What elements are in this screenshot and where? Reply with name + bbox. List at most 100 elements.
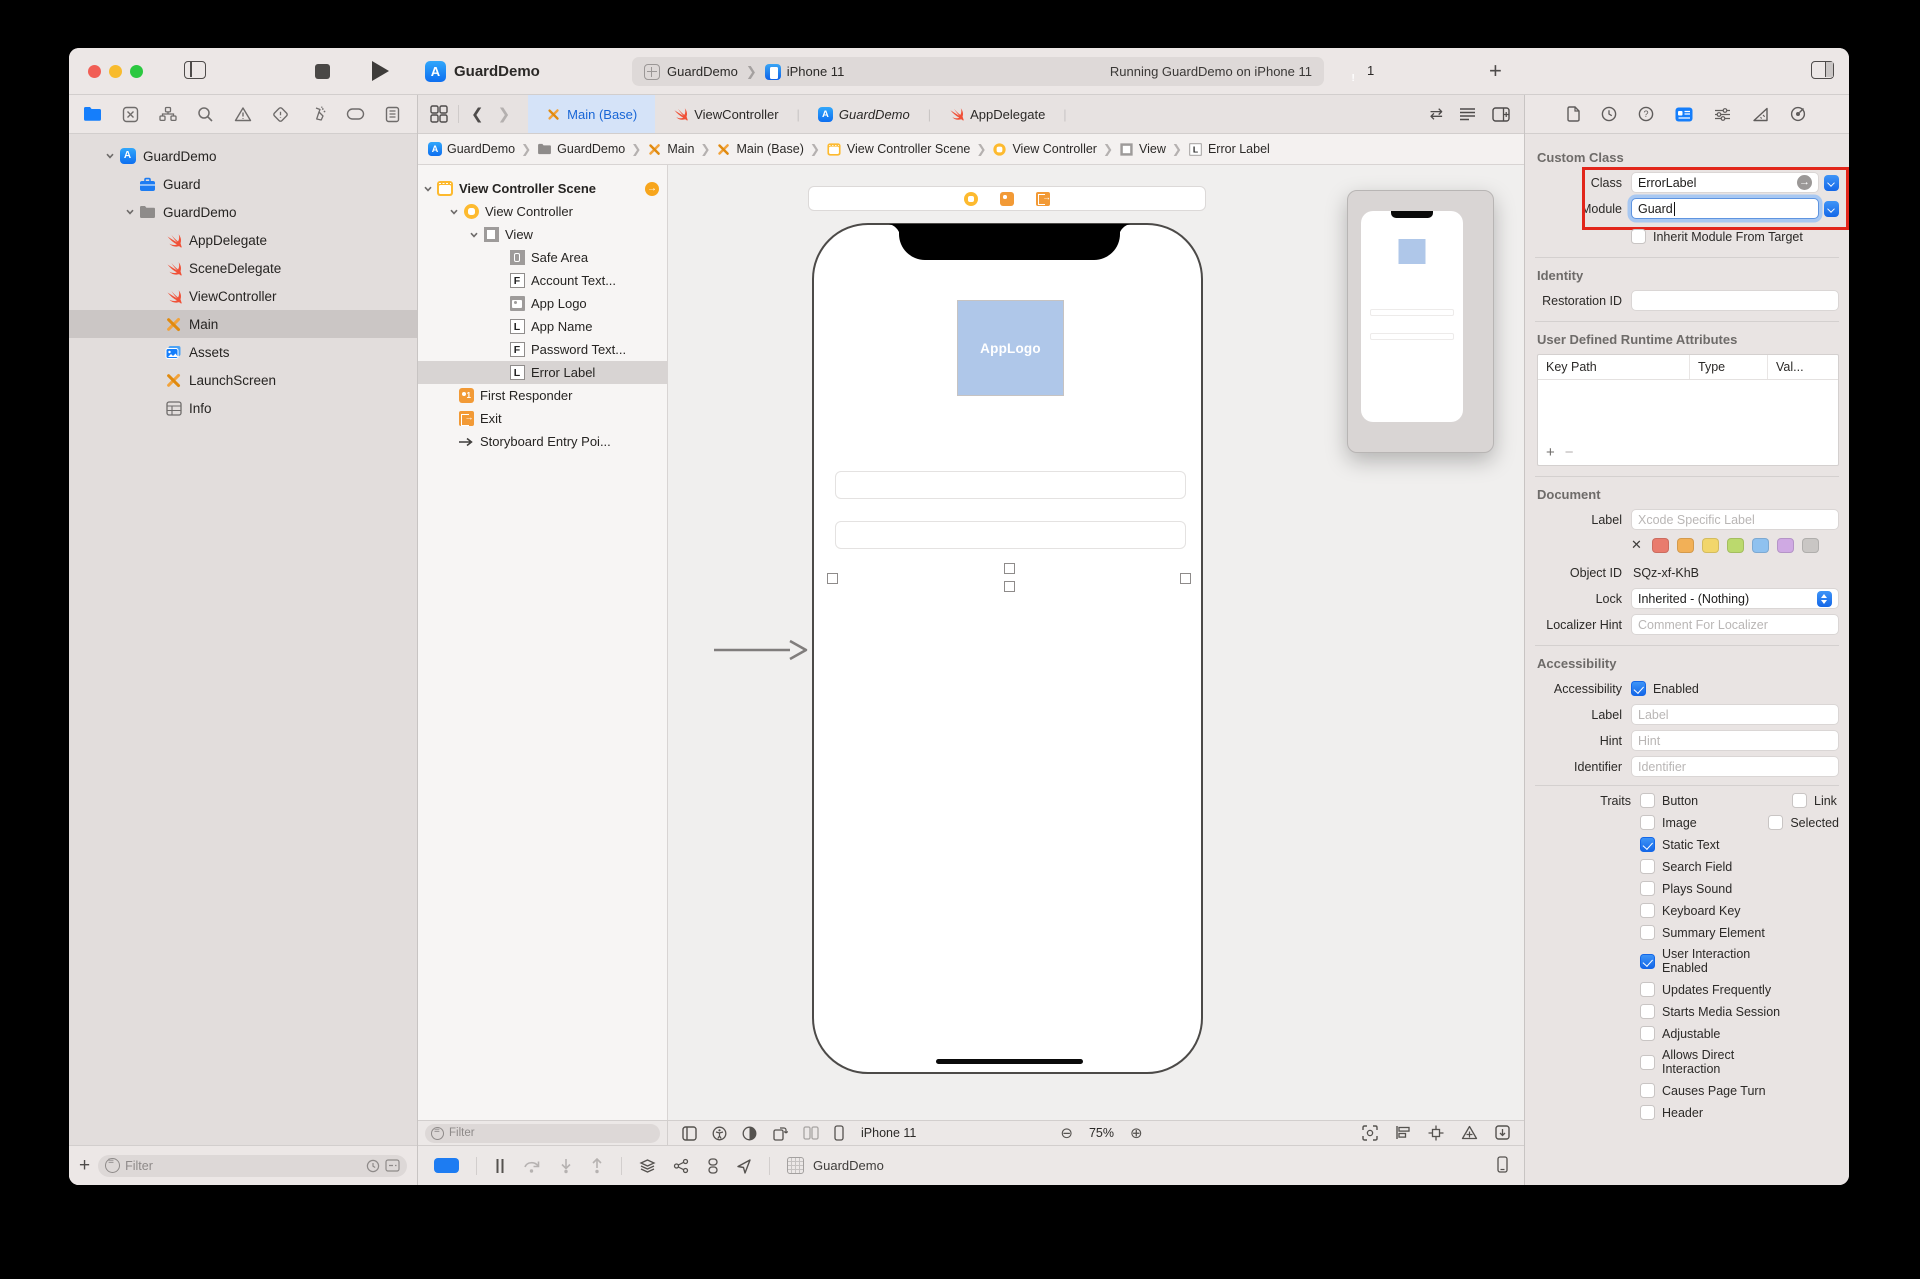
run-button[interactable] — [372, 61, 389, 81]
password-text-field[interactable] — [835, 521, 1186, 549]
device-icon[interactable] — [834, 1125, 844, 1141]
connections-inspector-icon[interactable] — [1790, 106, 1807, 122]
tab-main-base[interactable]: Main (Base) — [528, 95, 656, 133]
tree-item-project[interactable]: A GuardDemo — [69, 142, 417, 170]
selection-handle-top[interactable] — [1004, 563, 1015, 574]
document-label-input[interactable] — [1638, 512, 1832, 527]
color-swatch-purple[interactable] — [1776, 537, 1794, 553]
color-swatch-gray[interactable] — [1801, 537, 1819, 553]
source-control-navigator-icon[interactable] — [122, 106, 139, 123]
inherit-module-checkbox[interactable] — [1631, 229, 1646, 244]
split-preview-icon[interactable] — [803, 1126, 819, 1140]
tree-item-launchscreen[interactable]: LaunchScreen — [69, 366, 417, 394]
step-into-icon[interactable] — [559, 1158, 573, 1174]
lock-dropdown[interactable]: Inherited - (Nothing) — [1631, 588, 1839, 609]
device-bezel-icon[interactable] — [1497, 1155, 1508, 1173]
tree-item-guard-product[interactable]: Guard — [69, 170, 417, 198]
scheme-target-label[interactable]: GuardDemo — [667, 64, 738, 79]
outline-item-view[interactable]: View — [418, 223, 667, 246]
pause-execution-icon[interactable] — [494, 1158, 506, 1174]
trait-link-checkbox[interactable] — [1792, 793, 1807, 808]
localizer-hint-input[interactable] — [1638, 617, 1832, 632]
tree-item-scenedelegate[interactable]: SceneDelegate — [69, 254, 417, 282]
stop-button[interactable] — [315, 64, 330, 79]
view-hierarchy-icon[interactable] — [639, 1158, 656, 1174]
add-constraints-icon[interactable] — [1428, 1125, 1444, 1141]
jump-to-class-icon[interactable]: → — [1797, 175, 1812, 190]
a11y-hint-field[interactable] — [1631, 730, 1839, 751]
trait-updates-frequently-checkbox[interactable] — [1640, 982, 1655, 997]
outline-item-app-logo[interactable]: App Logo — [418, 292, 667, 315]
issue-navigator-icon[interactable] — [234, 106, 252, 122]
class-field[interactable]: ErrorLabel → — [1631, 172, 1819, 193]
restoration-id-field[interactable] — [1631, 290, 1839, 311]
toggle-inspector-icon[interactable] — [1811, 61, 1834, 79]
jumpbar-item-view[interactable]: View — [1119, 142, 1166, 157]
document-label-field[interactable] — [1631, 509, 1839, 530]
align-icon[interactable] — [1395, 1125, 1411, 1140]
filter-scm-icon[interactable] — [385, 1159, 400, 1172]
zoom-level[interactable]: 75% — [1089, 1126, 1114, 1140]
tree-item-group[interactable]: GuardDemo — [69, 198, 417, 226]
tree-item-main-storyboard[interactable]: Main — [69, 310, 417, 338]
scheme-device-label[interactable]: iPhone 11 — [787, 64, 845, 79]
project-navigator-icon[interactable] — [83, 106, 102, 122]
symbol-navigator-icon[interactable] — [159, 106, 177, 122]
tree-item-viewcontroller[interactable]: ViewController — [69, 282, 417, 310]
storyboard-entry-arrow[interactable] — [712, 637, 812, 663]
jumpbar-item-error-label[interactable]: L Error Label — [1188, 142, 1270, 157]
lock-stepper-icon[interactable] — [1817, 590, 1832, 607]
toggle-navigator-icon[interactable] — [184, 61, 206, 79]
recent-files-icon[interactable] — [366, 1159, 380, 1173]
jumpbar-item-viewcontroller[interactable]: View Controller — [992, 142, 1097, 157]
tree-item-assets[interactable]: Assets — [69, 338, 417, 366]
view-controller-icon[interactable] — [964, 191, 978, 206]
a11y-identifier-input[interactable] — [1638, 759, 1832, 774]
find-navigator-icon[interactable] — [197, 106, 214, 123]
color-swatch-blue[interactable] — [1751, 537, 1769, 553]
remove-attribute-button[interactable]: − — [1565, 444, 1584, 461]
test-navigator-icon[interactable] — [272, 106, 289, 123]
trait-plays-sound-checkbox[interactable] — [1640, 881, 1655, 896]
breakpoint-navigator-icon[interactable] — [346, 107, 365, 121]
hide-document-outline-icon[interactable] — [682, 1125, 697, 1141]
color-swatch-green[interactable] — [1726, 537, 1744, 553]
column-key-path[interactable]: Key Path — [1538, 355, 1690, 379]
outline-item-first-responder[interactable]: First Responder — [418, 384, 667, 407]
jumpbar-item-main-base[interactable]: Main (Base) — [716, 142, 803, 157]
outline-item-exit[interactable]: Exit — [418, 407, 667, 430]
color-swatch-orange[interactable] — [1676, 537, 1694, 553]
color-swatch-red[interactable] — [1651, 537, 1669, 553]
help-inspector-icon[interactable]: ? — [1638, 106, 1654, 122]
a11y-hint-input[interactable] — [1638, 733, 1832, 748]
disclosure-icon[interactable] — [105, 151, 115, 161]
debug-navigator-icon[interactable] — [309, 106, 326, 123]
restoration-id-input[interactable] — [1638, 293, 1832, 308]
outline-filter-field[interactable]: Filter — [425, 1123, 660, 1143]
trait-search-field-checkbox[interactable] — [1640, 859, 1655, 874]
selection-handle-right[interactable] — [1180, 573, 1191, 584]
simulator-preview-window[interactable] — [1347, 190, 1494, 453]
iphone-device-frame[interactable]: AppLogo — [812, 223, 1203, 1074]
add-file-button[interactable]: + — [79, 1155, 90, 1177]
column-value[interactable]: Val... — [1768, 360, 1804, 374]
tree-item-appdelegate[interactable]: AppDelegate — [69, 226, 417, 254]
simulate-location-icon[interactable] — [736, 1158, 752, 1174]
outline-item-scene[interactable]: View Controller Scene → — [418, 177, 667, 200]
add-editor-icon[interactable] — [1492, 106, 1510, 122]
trait-summary-element-checkbox[interactable] — [1640, 925, 1655, 940]
exit-icon[interactable] — [1036, 191, 1051, 206]
no-color-button[interactable]: ✕ — [1631, 537, 1642, 553]
code-review-icon[interactable]: ⇄ — [1430, 104, 1443, 124]
selection-handle-left[interactable] — [827, 573, 838, 584]
step-out-icon[interactable] — [590, 1157, 604, 1174]
disclosure-icon[interactable] — [449, 207, 459, 217]
scheme-selector[interactable]: GuardDemo ❯ iPhone 11 Running GuardDemo … — [632, 57, 1324, 86]
minimize-window-button[interactable] — [109, 65, 122, 78]
trait-selected-checkbox[interactable] — [1768, 815, 1784, 830]
column-type[interactable]: Type — [1690, 355, 1768, 379]
identity-inspector-icon[interactable] — [1675, 107, 1693, 122]
disclosure-icon[interactable] — [125, 207, 135, 217]
trait-adjustable-checkbox[interactable] — [1640, 1026, 1655, 1041]
trait-user-interaction-checkbox[interactable] — [1640, 953, 1655, 969]
